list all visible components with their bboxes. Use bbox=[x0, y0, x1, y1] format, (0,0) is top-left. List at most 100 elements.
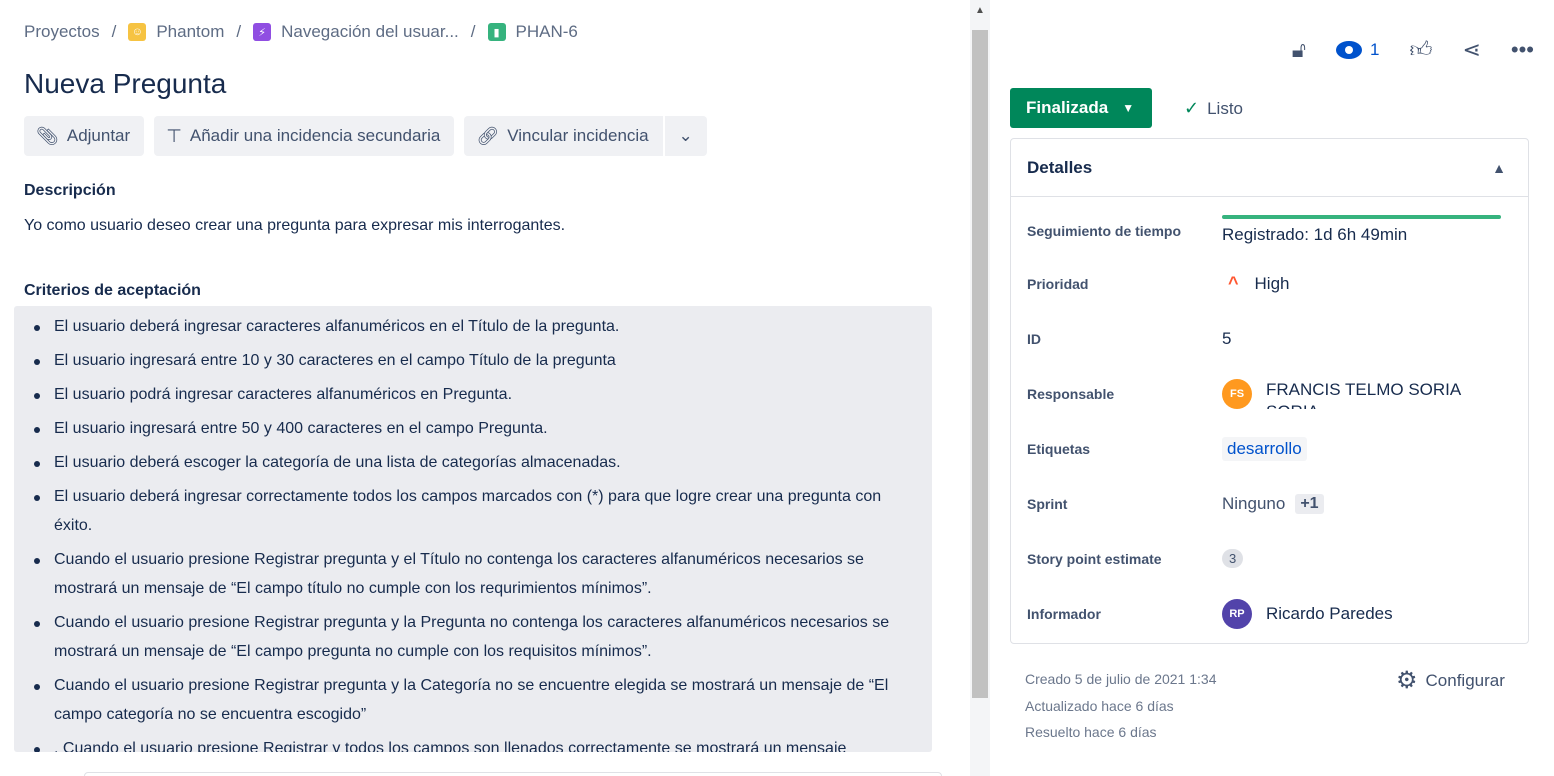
reporter-name: Ricardo Paredes bbox=[1266, 603, 1393, 623]
attach-button-label: Adjuntar bbox=[66, 126, 131, 145]
label-tag[interactable]: desarrollo bbox=[1222, 436, 1307, 461]
details-panel: Detalles ▲ Seguimiento de tiempo Registr… bbox=[1010, 138, 1529, 644]
sprint-value: Ninguno +1 bbox=[1222, 493, 1324, 514]
attach-button[interactable]: 📎︎ Adjuntar bbox=[24, 116, 145, 156]
check-icon: ✓ bbox=[1184, 98, 1200, 118]
assignee-name: FRANCIS TELMO SORIA SORIA bbox=[1266, 379, 1461, 409]
list-item: Cuando el usuario presione Registrar pre… bbox=[34, 671, 916, 729]
resolved-date: Resuelto hace 6 días bbox=[1025, 724, 1157, 740]
breadcrumb: Proyectos / ☺ Phantom / ⚡ Navegación del… bbox=[24, 22, 578, 42]
breadcrumb-epic[interactable]: ⚡ Navegación del usuar... bbox=[253, 22, 459, 42]
field-label: Informador bbox=[1027, 605, 1101, 622]
labels-value: desarrollo bbox=[1222, 436, 1307, 461]
link-issue-label: Vincular incidencia bbox=[507, 126, 649, 145]
priority-label: High bbox=[1254, 273, 1290, 293]
details-header[interactable]: Detalles ▲ bbox=[1011, 139, 1528, 197]
field-label: ID bbox=[1027, 330, 1041, 347]
status-label: Finalizada bbox=[1026, 98, 1109, 117]
breadcrumb-issue-label: PHAN-6 bbox=[515, 22, 578, 41]
field-assignee[interactable]: Responsable FS FRANCIS TELMO SORIA SORIA bbox=[1011, 366, 1530, 421]
issue-main-panel: Proyectos / ☺ Phantom / ⚡ Navegación del… bbox=[0, 0, 970, 776]
status-button[interactable]: Finalizada ▼ bbox=[1010, 88, 1153, 128]
epic-icon: ⚡ bbox=[253, 23, 272, 41]
story-points-value: 3 bbox=[1222, 549, 1244, 568]
scroll-up-arrow-icon[interactable]: ▲ bbox=[970, 0, 990, 20]
field-reporter[interactable]: Informador RP Ricardo Paredes bbox=[1011, 586, 1530, 641]
field-label: Story point estimate bbox=[1027, 550, 1162, 567]
gear-icon: ⚙︎ bbox=[1396, 667, 1418, 694]
add-child-issue-label: Añadir una incidencia secundaria bbox=[189, 126, 441, 145]
time-tracking-value: Registrado: 1d 6h 49min bbox=[1222, 225, 1408, 244]
paperclip-icon: 📎︎ bbox=[36, 125, 59, 146]
resolution: ✓ Listo bbox=[1184, 98, 1243, 119]
criteria-heading: Criterios de aceptación bbox=[24, 282, 201, 299]
avatar: FS bbox=[1222, 378, 1252, 409]
list-item: . Cuando el usuario presione Registrar y… bbox=[34, 734, 916, 752]
field-id[interactable]: ID 5 bbox=[1011, 311, 1530, 366]
main-scrollbar[interactable]: ▲ bbox=[970, 0, 990, 776]
id-value: 5 bbox=[1222, 328, 1232, 348]
watchers-count: 1 bbox=[1369, 39, 1380, 59]
chevron-down-icon: ▼ bbox=[1122, 101, 1135, 115]
hierarchy-icon: ⊤ bbox=[166, 125, 182, 146]
scrollbar-thumb[interactable] bbox=[972, 30, 988, 698]
field-priority[interactable]: Prioridad ^ High bbox=[1011, 256, 1530, 311]
issue-dates: Creado 5 de julio de 2021 1:34 Actualiza… bbox=[1025, 666, 1216, 746]
breadcrumb-separator: / bbox=[470, 22, 476, 41]
time-tracking-bar bbox=[1222, 215, 1501, 219]
details-heading: Detalles bbox=[1027, 157, 1093, 177]
more-actions-button[interactable]: ⌄ bbox=[664, 116, 707, 156]
comment-input[interactable] bbox=[84, 772, 942, 776]
sprint-extra-badge[interactable]: +1 bbox=[1295, 493, 1324, 514]
field-time-tracking[interactable]: Seguimiento de tiempo Registrado: 1d 6h … bbox=[1011, 203, 1530, 258]
project-avatar-icon: ☺ bbox=[128, 23, 147, 41]
breadcrumb-projects[interactable]: Proyectos bbox=[24, 22, 100, 42]
list-item: El usuario deberá ingresar caracteres al… bbox=[34, 312, 916, 341]
field-labels[interactable]: Etiquetas desarrollo bbox=[1011, 421, 1530, 476]
field-label: Seguimiento de tiempo bbox=[1027, 222, 1182, 239]
description-text[interactable]: Yo como usuario deseo crear una pregunta… bbox=[24, 217, 565, 235]
configure-button[interactable]: ⚙︎ Configurar bbox=[1396, 666, 1505, 695]
story-points-badge: 3 bbox=[1222, 549, 1244, 568]
field-story-points[interactable]: Story point estimate 3 bbox=[1011, 531, 1530, 586]
lock-icon[interactable]: 🔓︎ bbox=[1292, 37, 1306, 63]
breadcrumb-separator: / bbox=[236, 22, 242, 41]
thumbs-up-icon[interactable]: 👍︎ bbox=[1409, 36, 1432, 63]
reporter-value: RP Ricardo Paredes bbox=[1222, 598, 1393, 629]
link-icon: 🔗︎ bbox=[476, 125, 500, 146]
priority-high-icon: ^ bbox=[1228, 273, 1239, 293]
resolution-label: Listo bbox=[1207, 98, 1244, 118]
issue-title[interactable]: Nueva Pregunta bbox=[24, 68, 226, 100]
priority-value: ^ High bbox=[1222, 273, 1289, 294]
breadcrumb-project[interactable]: ☺ Phantom bbox=[128, 22, 224, 42]
add-child-issue-button[interactable]: ⊤ Añadir una incidencia secundaria bbox=[154, 116, 455, 156]
list-item: El usuario ingresará entre 50 y 400 cara… bbox=[34, 414, 916, 443]
chevron-down-icon: ⌄ bbox=[678, 126, 693, 145]
breadcrumb-project-label: Phantom bbox=[156, 22, 225, 41]
configure-label: Configurar bbox=[1425, 670, 1505, 690]
issue-sidebar: 🔓︎ 1 👍︎ ⋖ ••• Finalizada ▼ ✓ Listo Detal… bbox=[990, 0, 1554, 776]
field-label: Prioridad bbox=[1027, 275, 1089, 292]
list-item: El usuario deberá escoger la categoría d… bbox=[34, 448, 916, 477]
field-sprint[interactable]: Sprint Ninguno +1 bbox=[1011, 476, 1530, 531]
story-icon: ▮ bbox=[487, 23, 506, 41]
description-heading: Descripción bbox=[24, 182, 116, 199]
field-label: Responsable bbox=[1027, 385, 1115, 402]
watch-button[interactable]: 1 bbox=[1335, 39, 1380, 60]
issue-actions: 🔓︎ 1 👍︎ ⋖ ••• bbox=[1262, 36, 1534, 63]
list-item: El usuario ingresará entre 10 y 30 carac… bbox=[34, 346, 916, 375]
eye-icon bbox=[1335, 40, 1362, 59]
assignee-value: FS FRANCIS TELMO SORIA SORIA bbox=[1222, 378, 1466, 409]
breadcrumb-separator: / bbox=[111, 22, 117, 41]
criteria-list: El usuario deberá ingresar caracteres al… bbox=[14, 306, 932, 752]
breadcrumb-issue[interactable]: ▮ PHAN-6 bbox=[487, 22, 578, 42]
criteria-panel[interactable]: El usuario deberá ingresar caracteres al… bbox=[14, 306, 932, 752]
link-issue-button[interactable]: 🔗︎ Vincular incidencia bbox=[464, 116, 663, 156]
field-label: Etiquetas bbox=[1027, 440, 1091, 457]
field-label: Sprint bbox=[1027, 495, 1068, 512]
list-item: El usuario podrá ingresar caracteres alf… bbox=[34, 380, 916, 409]
share-icon[interactable]: ⋖ bbox=[1462, 37, 1480, 63]
more-icon[interactable]: ••• bbox=[1511, 37, 1534, 63]
chevron-up-icon[interactable]: ▲ bbox=[1492, 160, 1506, 176]
created-date: Creado 5 de julio de 2021 1:34 bbox=[1025, 671, 1217, 687]
